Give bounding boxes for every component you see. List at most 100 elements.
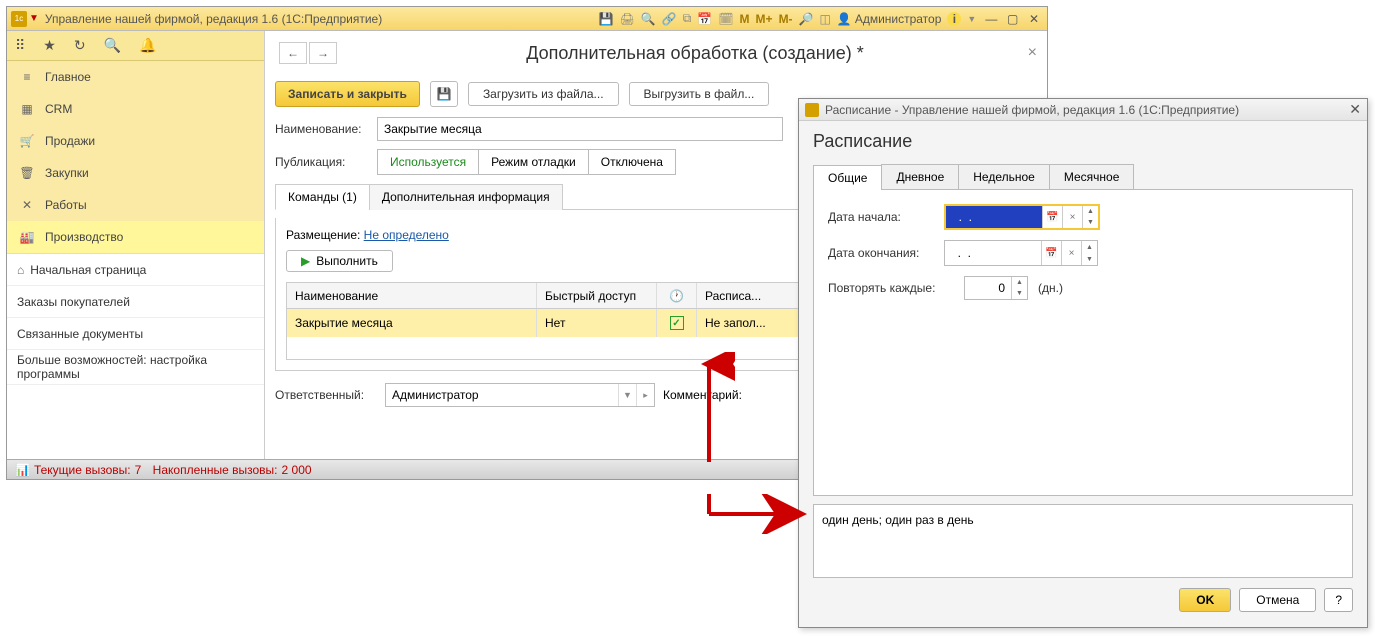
start-date-field[interactable]: 📅 × ▲▼ bbox=[944, 204, 1100, 230]
tab-commands[interactable]: Команды (1) bbox=[275, 184, 370, 210]
info-icon[interactable]: i bbox=[947, 12, 961, 26]
name-label: Наименование: bbox=[275, 122, 369, 136]
load-file-button[interactable]: Загрузить из файла... bbox=[468, 82, 619, 106]
calendar-picker-icon[interactable]: 📅 bbox=[1042, 206, 1062, 228]
publication-option-off[interactable]: Отключена bbox=[589, 150, 675, 174]
memory-mminus-button[interactable]: M- bbox=[779, 12, 793, 26]
repeat-label: Повторять каждые: bbox=[828, 281, 958, 295]
minimize-button[interactable]: — bbox=[982, 12, 1000, 26]
sidebar-sub-more[interactable]: Больше возможностей: настройка программы bbox=[7, 350, 264, 385]
calendar-picker-icon[interactable]: 📅 bbox=[1041, 241, 1061, 265]
export-file-button[interactable]: Выгрузить в файл... bbox=[629, 82, 770, 106]
dialog-tab-content: Дата начала: 📅 × ▲▼ Дата окончания: 📅 × … bbox=[813, 190, 1353, 496]
dialog-tab-monthly[interactable]: Месячное bbox=[1049, 164, 1135, 189]
ok-button[interactable]: OK bbox=[1179, 588, 1231, 612]
end-date-input[interactable] bbox=[945, 241, 1041, 265]
nav-forward-button[interactable]: → bbox=[309, 42, 337, 64]
clear-icon[interactable]: × bbox=[1061, 241, 1081, 265]
info-dropdown[interactable]: ▼ bbox=[967, 14, 976, 24]
calculator-icon[interactable]: 🗓 bbox=[718, 12, 733, 26]
col-header-access[interactable]: Быстрый доступ bbox=[537, 283, 657, 308]
notifications-icon[interactable]: 🔔 bbox=[139, 37, 156, 54]
document-title: Дополнительная обработка (создание) * bbox=[357, 43, 1033, 64]
dialog-tab-daily[interactable]: Дневное bbox=[881, 164, 959, 189]
responsible-label: Ответственный: bbox=[275, 388, 377, 402]
apps-icon[interactable]: ⠿ bbox=[15, 37, 25, 54]
cell-clock[interactable]: ✓ bbox=[657, 309, 697, 337]
cancel-button[interactable]: Отмена bbox=[1239, 588, 1316, 612]
nav-back-button[interactable]: ← bbox=[279, 42, 307, 64]
maximize-button[interactable]: ▢ bbox=[1004, 12, 1022, 26]
repeat-number-field[interactable]: ▲▼ bbox=[964, 276, 1028, 300]
sidebar-item-crm[interactable]: ▦CRM bbox=[7, 93, 264, 125]
spin-down-icon[interactable]: ▼ bbox=[1011, 288, 1027, 299]
window-buttons: — ▢ ✕ bbox=[982, 12, 1043, 26]
start-date-label: Дата начала: bbox=[828, 210, 938, 224]
calendar-icon[interactable]: 📅 bbox=[697, 12, 712, 26]
sidebar-sections: ≡Главное ▦CRM 🛒Продажи 🗑Закупки ✕Работы … bbox=[7, 61, 264, 253]
sidebar-sub-orders[interactable]: Заказы покупателей bbox=[7, 286, 264, 318]
tools-icon: ✕ bbox=[19, 198, 35, 212]
user-label[interactable]: 👤 Администратор bbox=[837, 12, 942, 26]
sidebar-item-sales[interactable]: 🛒Продажи bbox=[7, 125, 264, 157]
responsible-input[interactable] bbox=[386, 384, 618, 406]
sidebar-item-purchases[interactable]: 🗑Закупки bbox=[7, 157, 264, 189]
search-icon[interactable]: 🔍 bbox=[641, 12, 656, 26]
panels-icon[interactable]: ◫ bbox=[820, 12, 831, 26]
memory-m-button[interactable]: M bbox=[740, 12, 750, 26]
print-icon[interactable]: 🖨 bbox=[620, 12, 635, 26]
cart-icon: 🛒 bbox=[19, 134, 35, 148]
sidebar-sub-home[interactable]: Начальная страница bbox=[7, 254, 264, 286]
save-close-button[interactable]: Записать и закрыть bbox=[275, 81, 420, 107]
dialog-tab-weekly[interactable]: Недельное bbox=[958, 164, 1050, 189]
memory-mplus-button[interactable]: M+ bbox=[756, 12, 773, 26]
publication-option-used[interactable]: Используется bbox=[378, 150, 479, 174]
sidebar-item-main[interactable]: ≡Главное bbox=[7, 61, 264, 93]
tab-additional-info[interactable]: Дополнительная информация bbox=[369, 184, 563, 210]
cell-name: Закрытие месяца bbox=[287, 309, 537, 337]
dialog-tab-general[interactable]: Общие bbox=[813, 165, 882, 190]
dialog-logo-icon bbox=[805, 103, 819, 117]
end-date-field[interactable]: 📅 × ▲▼ bbox=[944, 240, 1098, 266]
find-icon[interactable]: 🔍 bbox=[104, 37, 121, 54]
sidebar-item-works[interactable]: ✕Работы bbox=[7, 189, 264, 221]
document-close-button[interactable]: × bbox=[1028, 44, 1037, 62]
sidebar-sub-related[interactable]: Связанные документы bbox=[7, 318, 264, 350]
spin-up-icon[interactable]: ▲ bbox=[1082, 206, 1098, 217]
link-icon[interactable]: 🔗 bbox=[662, 12, 677, 26]
clear-icon[interactable]: × bbox=[1062, 206, 1082, 228]
sidebar-item-production[interactable]: 🏭Производство bbox=[7, 221, 264, 253]
close-button[interactable]: ✕ bbox=[1025, 12, 1043, 26]
spin-up-icon[interactable]: ▲ bbox=[1081, 241, 1097, 253]
execute-button[interactable]: Выполнить bbox=[286, 250, 393, 272]
col-header-clock[interactable]: 🕐 bbox=[657, 283, 697, 308]
publication-label: Публикация: bbox=[275, 155, 369, 169]
dialog-close-button[interactable]: ✕ bbox=[1349, 101, 1361, 118]
dialog-tabs: Общие Дневное Недельное Месячное bbox=[813, 164, 1353, 190]
open-icon[interactable]: ▸ bbox=[636, 384, 654, 406]
save-icon[interactable]: 💾 bbox=[599, 12, 614, 26]
spin-up-icon[interactable]: ▲ bbox=[1011, 277, 1027, 288]
status-accum-label: Накопленные вызовы: bbox=[153, 463, 278, 477]
dialog-heading: Расписание bbox=[813, 131, 1353, 152]
history-icon[interactable]: ↻ bbox=[74, 37, 86, 54]
dialog-summary: один день; один раз в день bbox=[813, 504, 1353, 578]
document-header: ← → Дополнительная обработка (создание) … bbox=[265, 31, 1047, 75]
col-header-name[interactable]: Наименование bbox=[287, 283, 537, 308]
repeat-input[interactable] bbox=[965, 277, 1011, 299]
placement-link[interactable]: Не определено bbox=[364, 228, 449, 242]
zoom-icon[interactable]: 🔎 bbox=[799, 12, 814, 26]
responsible-select[interactable]: ▼ ▸ bbox=[385, 383, 655, 407]
favorites-icon[interactable]: ★ bbox=[43, 37, 56, 54]
start-date-input[interactable] bbox=[946, 206, 1042, 228]
compare-icon[interactable]: ⧉ bbox=[683, 11, 692, 26]
app-menu-dropdown[interactable]: ▼ bbox=[29, 13, 39, 24]
save-button[interactable]: 💾 bbox=[430, 81, 458, 107]
spin-down-icon[interactable]: ▼ bbox=[1081, 253, 1097, 265]
help-button[interactable]: ? bbox=[1324, 588, 1353, 612]
name-input[interactable] bbox=[377, 117, 783, 141]
publication-option-debug[interactable]: Режим отладки bbox=[479, 150, 589, 174]
spin-down-icon[interactable]: ▼ bbox=[1082, 217, 1098, 228]
menu-icon: ≡ bbox=[19, 70, 35, 84]
dropdown-icon[interactable]: ▼ bbox=[618, 384, 636, 406]
